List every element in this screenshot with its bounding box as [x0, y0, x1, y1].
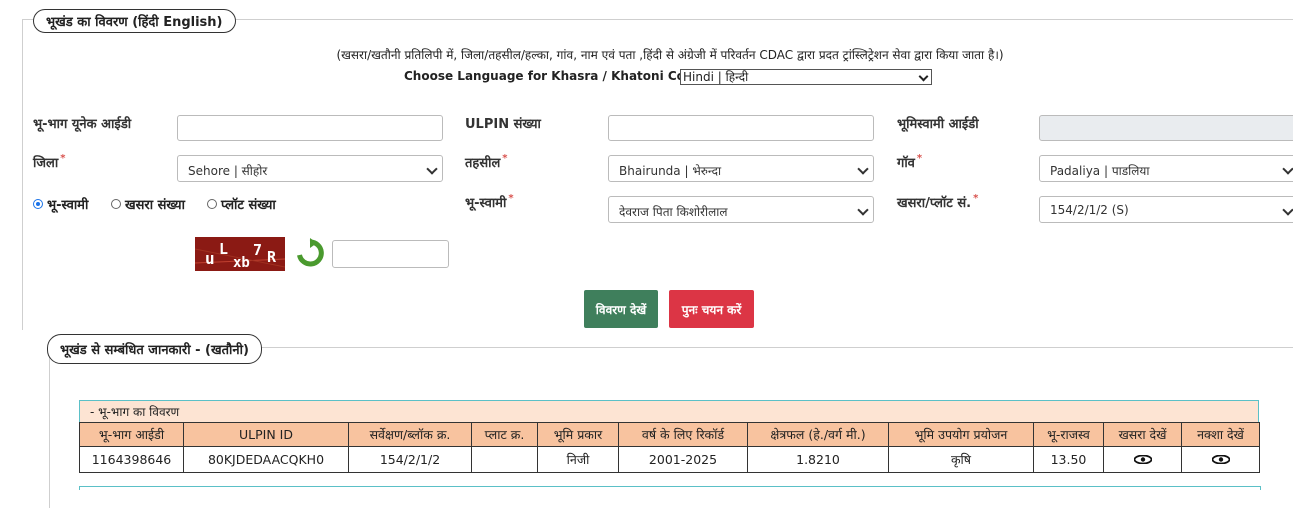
village-select-value: Padaliya | पाडलिया [1050, 164, 1150, 178]
captcha-noise: u L xb 7 R [195, 237, 285, 271]
view-map-eye-icon[interactable] [1211, 452, 1230, 465]
cell-ulpin-id: 80KJDEDAACQKH0 [183, 446, 349, 473]
cell-area: 1.8210 [747, 446, 889, 473]
cell-land-use: कृषि [888, 446, 1034, 473]
owner-id-label: भूमिस्वामी आईडी [897, 117, 979, 132]
unique-id-label: भू-भाग यूनेक आईडी [33, 117, 132, 132]
district-select-value: Sehore | सीहोर [188, 164, 268, 178]
header-view-map: नक्शा देखें [1181, 422, 1260, 447]
cell-land-type: निजी [537, 446, 619, 473]
header-area: क्षेत्रफल (हे./वर्ग मी.) [747, 422, 889, 447]
unique-id-input[interactable] [177, 115, 443, 141]
svg-text:L: L [219, 240, 228, 258]
transliteration-note: (खसरा/खतौनी प्रतिलिपी में, जिला/तहसील/हल… [336, 48, 1004, 62]
language-label: Choose Language for Khasra / Khatoni Cop… [404, 69, 707, 83]
tehsil-label: तहसील * [465, 153, 508, 171]
radio-owner[interactable]: भू-स्वामी [33, 195, 88, 213]
header-ulpin-id: ULPIN ID [183, 422, 349, 447]
view-khasra-eye-icon[interactable] [1133, 452, 1152, 465]
land-table-wrapper: - भू-भाग का विवरण भू-भाग आईडी ULPIN ID स… [79, 400, 1260, 473]
land-table: भू-भाग आईडी ULPIN ID सर्वेक्षण/ब्लॉक क्र… [79, 422, 1260, 473]
district-label: जिला * [33, 153, 66, 171]
section-legend-khatauni: भूखंड से सम्बंधित जानकारी - (खतौनी) [47, 334, 262, 364]
next-table-edge [79, 486, 1261, 490]
owner-label: भू-स्वामी * [465, 193, 514, 211]
svg-text:R: R [267, 248, 277, 266]
ulpin-input[interactable] [608, 115, 874, 141]
radio-plot[interactable]: प्लॉट संख्या [207, 195, 276, 213]
required-mark: * [502, 153, 508, 164]
required-mark: * [973, 193, 979, 204]
radio-khasra[interactable]: खसरा संख्या [111, 195, 185, 213]
chevron-down-icon [857, 204, 869, 216]
radio-plot-label: प्लॉट संख्या [221, 198, 276, 213]
khasra-select-value: 154/2/1/2 (S) [1050, 203, 1129, 217]
cell-survey-no: 154/2/1/2 [348, 446, 472, 473]
owner-id-input [1039, 115, 1293, 141]
captcha-input[interactable] [332, 240, 449, 268]
required-mark: * [60, 153, 66, 164]
radio-button[interactable] [111, 199, 121, 209]
language-select-value: Hindi | हिन्दी [683, 70, 749, 84]
svg-text:xb: xb [233, 255, 250, 271]
owner-select-value: देवराज पिता किशोरीलाल [619, 205, 728, 219]
section-legend-land-details: भूखंड का विवरण (हिंदी English) [33, 9, 236, 33]
header-land-revenue: भू-राजस्व [1033, 422, 1104, 447]
table-caption: - भू-भाग का विवरण [79, 400, 1259, 422]
khasra-label: खसरा/प्लॉट सं. * [897, 193, 979, 211]
table-row: 1164398646 80KJDEDAACQKH0 154/2/1/2 निजी… [79, 446, 1260, 473]
required-mark: * [508, 193, 514, 204]
reset-button[interactable]: पुनः चयन करें [669, 290, 754, 328]
chevron-down-icon [1282, 163, 1293, 175]
chevron-down-icon [1282, 204, 1293, 216]
header-land-type: भूमि प्रकार [537, 422, 619, 447]
cell-land-revenue: 13.50 [1033, 446, 1104, 473]
cell-view-khasra [1103, 446, 1182, 473]
required-mark: * [916, 153, 923, 164]
captcha-image: u L xb 7 R [195, 237, 285, 271]
view-details-button[interactable]: विवरण देखें [584, 290, 658, 328]
owner-select[interactable]: देवराज पिता किशोरीलाल [608, 196, 874, 223]
khasra-select[interactable]: 154/2/1/2 (S) [1039, 196, 1293, 223]
cell-view-map [1181, 446, 1260, 473]
ulpin-label: ULPIN संख्या [465, 117, 541, 132]
svg-text:7: 7 [253, 241, 262, 259]
tehsil-select-value: Bhairunda | भेरुन्दा [619, 164, 722, 178]
header-plot-no: प्लाट क्र. [471, 422, 538, 447]
chevron-down-icon [426, 163, 438, 175]
language-select[interactable]: Hindi | हिन्दी [680, 69, 932, 85]
cell-record-year: 2001-2025 [618, 446, 748, 473]
cell-plot-no [471, 446, 538, 473]
header-land-use: भूमि उपयोग प्रयोजन [888, 422, 1034, 447]
header-land-id: भू-भाग आईडी [79, 422, 184, 447]
header-survey-no: सर्वेक्षण/ब्लॉक क्र. [348, 422, 472, 447]
radio-button[interactable] [207, 199, 217, 209]
cell-land-id: 1164398646 [79, 446, 184, 473]
village-label: गॉव * [897, 153, 923, 171]
tehsil-select[interactable]: Bhairunda | भेरुन्दा [608, 155, 874, 182]
chevron-down-icon [918, 71, 929, 82]
radio-owner-label: भू-स्वामी [47, 198, 89, 213]
chevron-down-icon [857, 163, 869, 175]
village-select[interactable]: Padaliya | पाडलिया [1039, 155, 1293, 182]
header-view-khasra: खसरा देखें [1103, 422, 1182, 447]
header-record-year: वर्ष के लिए रिकॉर्ड [618, 422, 748, 447]
table-header-row: भू-भाग आईडी ULPIN ID सर्वेक्षण/ब्लॉक क्र… [79, 422, 1260, 447]
district-select[interactable]: Sehore | सीहोर [177, 155, 443, 182]
refresh-captcha-icon[interactable] [295, 238, 325, 268]
svg-text:u: u [205, 249, 215, 268]
radio-button-selected[interactable] [33, 199, 43, 209]
radio-khasra-label: खसरा संख्या [125, 198, 185, 213]
